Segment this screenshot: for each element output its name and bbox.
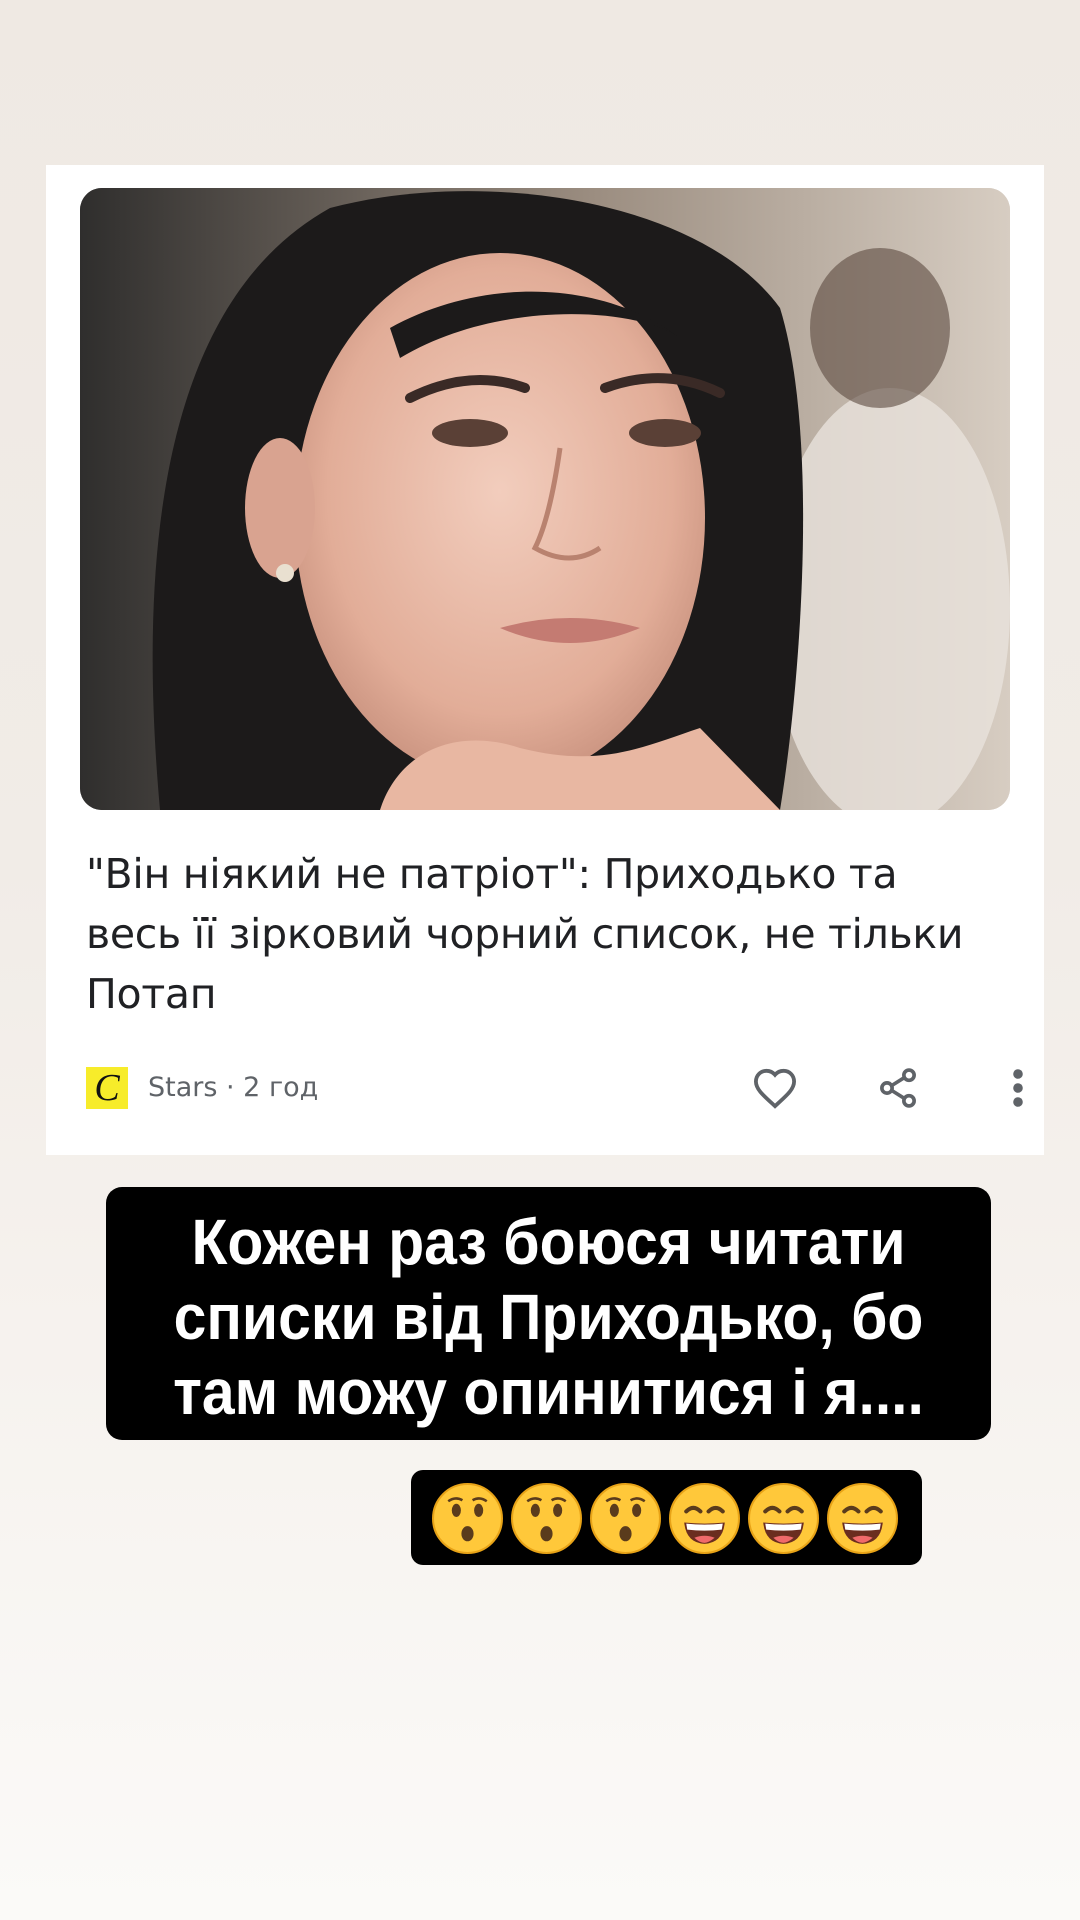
- story-caption-text: Кожен раз боюся читати списки від Приход…: [173, 1206, 924, 1428]
- share-button[interactable]: [870, 1060, 926, 1116]
- source-logo[interactable]: C: [86, 1067, 128, 1109]
- news-card[interactable]: "Він ніякий не патріот": Приходько та ве…: [46, 165, 1044, 1155]
- share-icon: [880, 1068, 916, 1108]
- story-caption-box: Кожен раз боюся читати списки від Приход…: [106, 1187, 991, 1440]
- grinning-face-emoji: [827, 1483, 898, 1554]
- article-photo[interactable]: [80, 188, 1010, 810]
- grinning-face-emoji: [669, 1483, 740, 1554]
- emoji-sticker: [411, 1470, 922, 1565]
- grinning-face-emoji: [748, 1483, 819, 1554]
- hushed-face-emoji: [590, 1483, 661, 1554]
- hushed-face-emoji: [511, 1483, 582, 1554]
- more-options-button[interactable]: [990, 1060, 1046, 1116]
- heart-icon: [753, 1068, 797, 1109]
- hushed-face-emoji: [432, 1483, 503, 1554]
- source-and-time: Stars · 2 год: [148, 1072, 319, 1103]
- article-meta-row: C Stars · 2 год: [86, 1060, 1023, 1116]
- article-headline[interactable]: "Він ніякий не патріот": Приходько та ве…: [86, 844, 986, 1024]
- more-vert-icon: [1013, 1069, 1023, 1107]
- like-button[interactable]: [747, 1060, 803, 1116]
- portrait-image: [80, 188, 1010, 810]
- emoji-row: [431, 1482, 899, 1554]
